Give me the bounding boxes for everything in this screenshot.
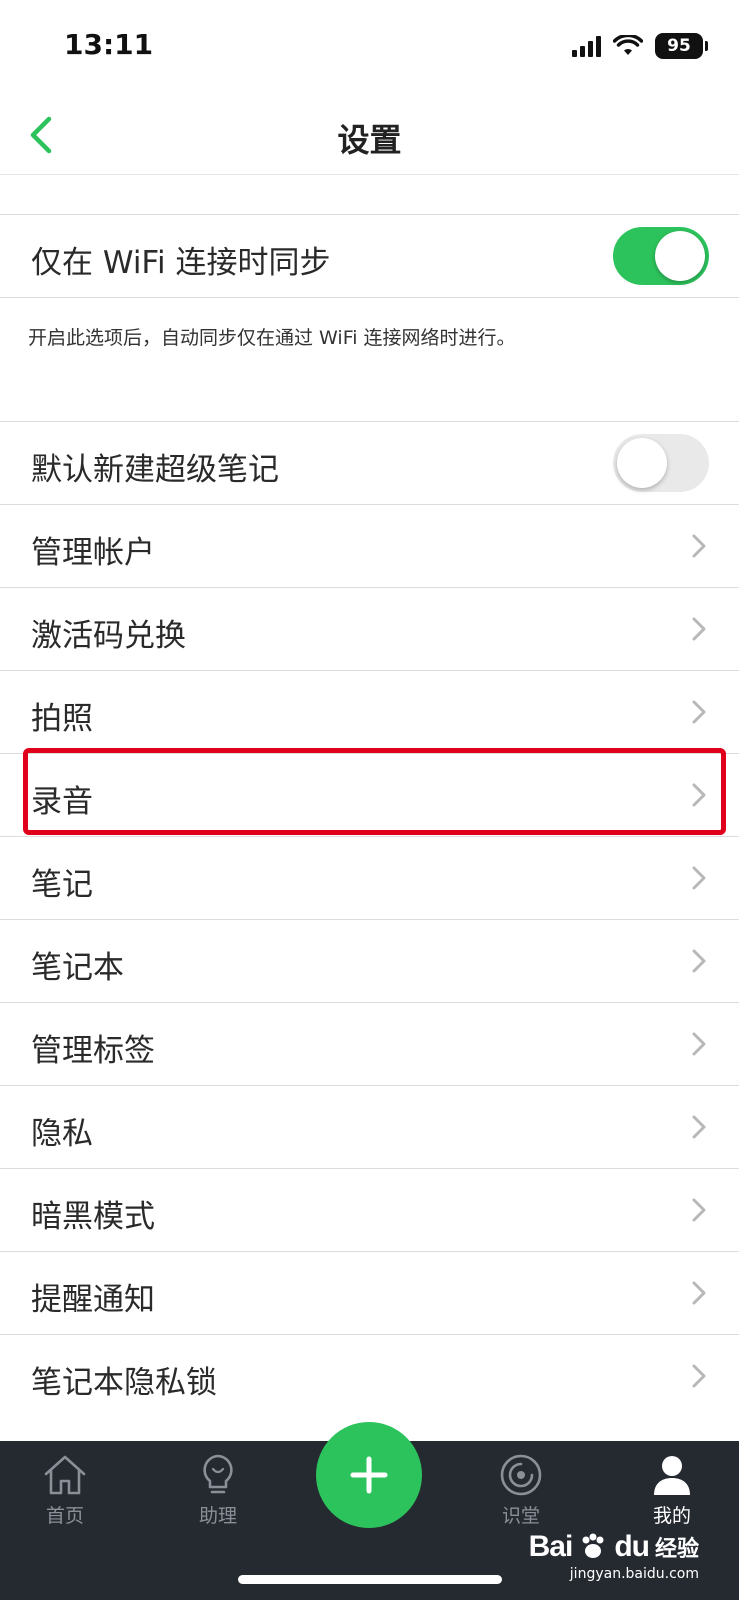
page-title: 设置 <box>337 121 402 159</box>
menu-item-recording[interactable]: 录音 <box>0 753 739 836</box>
menu-item-privacy[interactable]: 隐私 <box>0 1085 739 1168</box>
tab-assistant[interactable]: 助理 <box>168 1453 268 1528</box>
menu-item-label: 笔记本 <box>31 950 124 986</box>
baidu-watermark: Bai du 经验 <box>529 1530 699 1564</box>
menu-item-manage-tags[interactable]: 管理标签 <box>0 1002 739 1085</box>
chevron-right-icon <box>692 1115 706 1139</box>
menu-item-label: 隐私 <box>31 1116 93 1152</box>
chevron-right-icon <box>692 534 706 558</box>
user-icon <box>654 1456 690 1495</box>
tab-learning[interactable]: 识堂 <box>471 1453 571 1528</box>
menu-item-label: 笔记 <box>31 867 93 903</box>
watermark-brand: Bai <box>528 1530 574 1563</box>
section-divider <box>0 297 739 298</box>
chevron-right-icon <box>692 1198 706 1222</box>
lightbulb-icon <box>203 1454 233 1494</box>
menu-item-dark-mode[interactable]: 暗黑模式 <box>0 1168 739 1251</box>
menu-item-notebook-lock[interactable]: 笔记本隐私锁 <box>0 1334 739 1417</box>
chevron-right-icon <box>692 700 706 724</box>
menu-item-manage-account[interactable]: 管理帐户 <box>0 504 739 587</box>
plus-icon <box>350 1456 388 1494</box>
status-time: 13:11 <box>64 28 154 61</box>
chevron-right-icon <box>692 949 706 973</box>
toggle-knob <box>617 438 667 488</box>
wifi-icon <box>613 35 643 55</box>
menu-item-label: 暗黑模式 <box>31 1199 155 1235</box>
super-note-label: 默认新建超级笔记 <box>31 452 279 488</box>
menu-item-camera[interactable]: 拍照 <box>0 670 739 753</box>
menu-item-notes[interactable]: 笔记 <box>0 836 739 919</box>
sync-wifi-toggle[interactable] <box>613 227 709 285</box>
chevron-right-icon <box>692 617 706 641</box>
target-icon <box>500 1454 542 1496</box>
menu-item-label: 拍照 <box>31 701 93 737</box>
toggle-knob <box>655 231 705 281</box>
tab-label: 助理 <box>198 1505 237 1527</box>
tab-label: 首页 <box>45 1505 84 1527</box>
chevron-right-icon <box>692 1364 706 1388</box>
tab-label: 识堂 <box>501 1505 540 1527</box>
tab-home[interactable]: 首页 <box>15 1453 115 1528</box>
menu-item-label: 管理帐户 <box>31 535 155 571</box>
battery-level: 95 <box>667 36 691 56</box>
home-icon <box>44 1455 86 1495</box>
signal-icon <box>572 35 601 57</box>
add-note-button[interactable] <box>316 1422 422 1528</box>
chevron-right-icon <box>692 866 706 890</box>
watermark-url: jingyan.baidu.com <box>569 1566 699 1582</box>
menu-item-notebooks[interactable]: 笔记本 <box>0 919 739 1002</box>
super-note-row: 默认新建超级笔记 <box>0 421 739 504</box>
super-note-toggle[interactable] <box>613 434 709 492</box>
sync-wifi-label: 仅在 WiFi 连接时同步 <box>31 245 331 281</box>
menu-item-reminders[interactable]: 提醒通知 <box>0 1251 739 1334</box>
menu-item-label: 笔记本隐私锁 <box>31 1365 217 1401</box>
battery-icon: 95 <box>655 33 708 59</box>
paw-icon <box>582 1533 604 1558</box>
home-indicator <box>238 1575 502 1584</box>
sync-wifi-description: 开启此选项后，自动同步仅在通过 WiFi 连接网络时进行。 <box>28 327 516 349</box>
menu-item-label: 录音 <box>31 784 93 820</box>
watermark-cn: 经验 <box>654 1537 699 1562</box>
menu-item-label: 管理标签 <box>31 1033 155 1069</box>
sync-wifi-row: 仅在 WiFi 连接时同步 <box>0 214 739 297</box>
chevron-right-icon <box>692 1032 706 1056</box>
chevron-right-icon <box>692 1281 706 1305</box>
watermark-brand-suffix: du <box>614 1530 650 1563</box>
nav-bar: 设置 <box>0 95 739 175</box>
menu-item-label: 激活码兑换 <box>31 618 186 654</box>
menu-item-label: 提醒通知 <box>31 1282 155 1318</box>
tab-mine[interactable]: 我的 <box>622 1453 722 1528</box>
tab-label: 我的 <box>652 1505 691 1527</box>
chevron-right-icon <box>692 783 706 807</box>
status-icons: 95 <box>572 33 708 59</box>
menu-item-redeem-code[interactable]: 激活码兑换 <box>0 587 739 670</box>
status-bar: 13:11 95 <box>0 0 739 95</box>
